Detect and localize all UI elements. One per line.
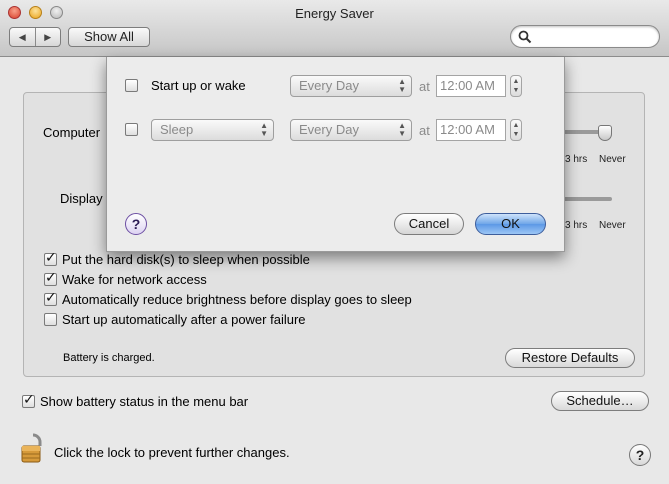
restore-defaults-button[interactable]: Restore Defaults — [505, 348, 635, 368]
checkbox[interactable] — [22, 392, 35, 408]
startup-time-stepper[interactable]: ▲ ▼ — [510, 75, 522, 97]
battery-status-text: Battery is charged. — [63, 352, 155, 364]
computer-sleep-label: Computer — [43, 125, 101, 140]
checkbox[interactable] — [44, 313, 57, 326]
cancel-button[interactable]: Cancel — [394, 213, 464, 235]
popup-arrows-icon: ▲ ▼ — [260, 121, 268, 138]
sleep-checkbox[interactable] — [125, 123, 138, 136]
sleep-time-stepper[interactable]: ▲ ▼ — [510, 119, 522, 141]
option-reduce-brightness[interactable]: Automatically reduce brightness before d… — [44, 290, 412, 307]
computer-sleep-slider-knob[interactable] — [598, 125, 612, 141]
checkbox[interactable] — [44, 270, 57, 286]
checkbox[interactable] — [44, 290, 57, 306]
option-hard-disk-sleep[interactable]: Put the hard disk(s) to sleep when possi… — [44, 250, 310, 267]
popup-arrows-icon: ▲ ▼ — [398, 121, 406, 138]
sleep-row: Sleep ▲ ▼ Every Day ▲ ▼ at 12:00 AM ▲ ▼ — [107, 118, 566, 142]
option-label: Put the hard disk(s) to sleep when possi… — [62, 252, 310, 267]
lock-icon[interactable] — [20, 432, 46, 467]
popup-arrows-icon: ▲ ▼ — [398, 77, 406, 94]
search-icon — [518, 30, 532, 44]
option-label: Automatically reduce brightness before d… — [62, 292, 412, 307]
schedule-button[interactable]: Schedule… — [551, 391, 649, 411]
help-button[interactable]: ? — [629, 444, 651, 466]
sleep-at-label: at — [419, 123, 430, 138]
back-forward-control: ◀ ▶ — [9, 27, 61, 47]
display-tick-3hrs: 3 hrs — [565, 220, 588, 231]
checkbox[interactable] — [44, 250, 57, 266]
display-sleep-label: Display — [60, 191, 103, 206]
sleep-frequency-value: Every Day — [299, 122, 359, 137]
option-startup-power-failure[interactable]: Start up automatically after a power fai… — [44, 312, 306, 327]
sleep-time-field[interactable]: 12:00 AM — [436, 119, 506, 141]
option-label: Wake for network access — [62, 272, 207, 287]
startup-frequency-popup[interactable]: Every Day ▲ ▼ — [290, 75, 412, 97]
computer-tick-never: Never — [599, 154, 626, 165]
back-arrow-icon[interactable]: ◀ — [10, 28, 35, 46]
sheet-help-button[interactable]: ? — [125, 213, 147, 235]
sleep-action-popup[interactable]: Sleep ▲ ▼ — [151, 119, 274, 141]
startup-time-field[interactable]: 12:00 AM — [436, 75, 506, 97]
option-label: Start up automatically after a power fai… — [62, 312, 306, 327]
startup-at-label: at — [419, 79, 430, 94]
option-wake-network[interactable]: Wake for network access — [44, 270, 207, 287]
ok-button[interactable]: OK — [475, 213, 546, 235]
sleep-action-value: Sleep — [160, 122, 194, 137]
search-field[interactable] — [510, 25, 660, 48]
startup-wake-checkbox[interactable] — [125, 79, 138, 92]
lock-text: Click the lock to prevent further change… — [54, 445, 290, 460]
window-title: Energy Saver — [295, 6, 374, 21]
startup-frequency-value: Every Day — [299, 78, 359, 93]
sleep-frequency-popup[interactable]: Every Day ▲ ▼ — [290, 119, 412, 141]
schedule-sheet: Start up or wake Every Day ▲ ▼ at 12:00 A… — [106, 57, 565, 252]
forward-arrow-icon[interactable]: ▶ — [34, 28, 61, 46]
computer-tick-3hrs: 3 hrs — [565, 154, 588, 165]
display-tick-never: Never — [599, 220, 626, 231]
show-battery-status-option[interactable]: Show battery status in the menu bar — [22, 392, 249, 409]
startup-wake-label: Start up or wake — [151, 78, 246, 93]
show-battery-status-label: Show battery status in the menu bar — [40, 394, 249, 409]
show-all-button[interactable]: Show All — [68, 27, 150, 47]
startup-wake-row: Start up or wake Every Day ▲ ▼ at 12:00 A… — [107, 74, 566, 98]
toolbar: Energy Saver ◀ ▶ Show All — [0, 0, 669, 57]
